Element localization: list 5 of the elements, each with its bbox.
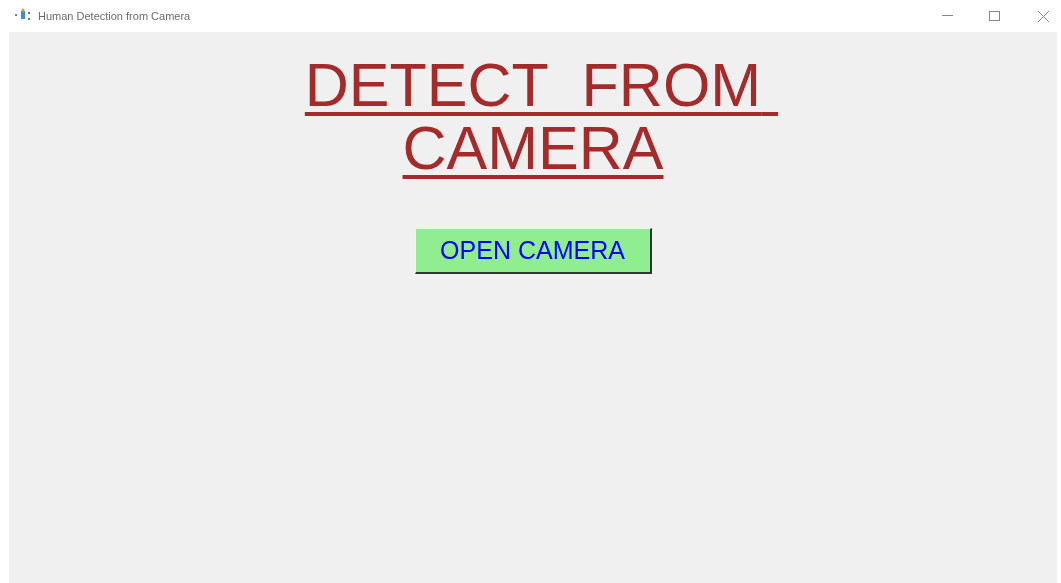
window-title: Human Detection from Camera (38, 8, 191, 24)
open-camera-button[interactable]: OPEN CAMERA (414, 228, 652, 274)
minimize-icon[interactable] (942, 15, 953, 17)
maximize-icon[interactable] (989, 11, 1000, 21)
close-icon[interactable] (1038, 10, 1049, 22)
